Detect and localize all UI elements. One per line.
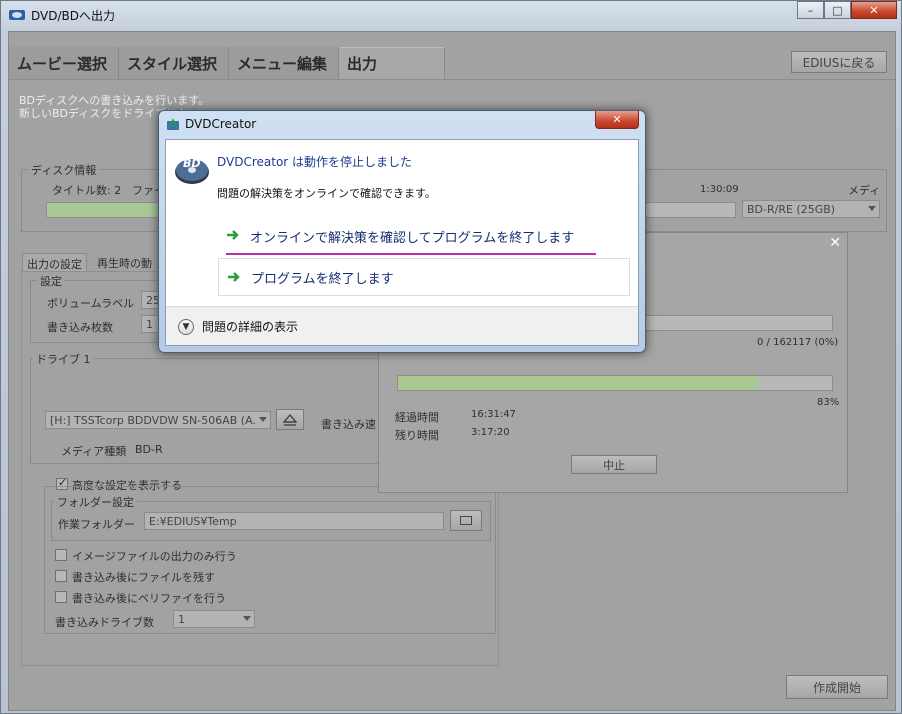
folder-group-label: フォルダー設定 <box>54 494 137 510</box>
write-speed-label: 書き込み速 <box>321 418 376 431</box>
total-progress-fill <box>398 376 759 390</box>
image-only-checkbox[interactable] <box>55 549 67 561</box>
folder-group: フォルダー設定 作業フォルダー E:¥EDIUS¥Temp <box>51 494 491 541</box>
green-arrow-icon <box>228 272 240 282</box>
close-program-option[interactable]: プログラムを終了します <box>218 258 630 296</box>
keep-files-checkbox[interactable] <box>55 570 67 582</box>
copies-label: 書き込み枚数 <box>47 321 113 334</box>
media-type-value: BD-R <box>135 443 163 456</box>
tab-output-settings[interactable]: 出力の設定 <box>22 253 87 271</box>
eject-button[interactable] <box>276 409 304 430</box>
title-bar: DVD/BDへ出力 – □ ✕ <box>1 1 901 29</box>
settings-label: 設定 <box>37 273 65 289</box>
drive-select[interactable]: [H:] TSSTcorp BDDVDW SN-506AB (A... <box>45 411 271 429</box>
dialog-footer: ▼ 問題の詳細の表示 <box>166 306 638 345</box>
dialog-heading: DVDCreator は動作を停止しました <box>217 155 413 169</box>
progress-close-icon[interactable]: ✕ <box>829 235 841 251</box>
dialog-subtext: 問題の解決策をオンラインで確認できます。 <box>217 187 436 200</box>
elapsed-value: 16:31:47 <box>471 409 516 420</box>
duration-label: 1:30:09 <box>700 184 739 195</box>
media-select[interactable]: BD-R/RE (25GB) <box>742 200 880 218</box>
drive-select-value: [H:] TSSTcorp BDDVDW SN-506AB (A... <box>50 413 256 427</box>
show-details-toggle[interactable]: ▼ 問題の詳細の表示 <box>178 318 298 335</box>
chevron-down-icon <box>259 417 267 422</box>
disc-info-label: ディスク情報 <box>28 162 100 178</box>
show-details-label: 問題の詳細の表示 <box>202 320 299 334</box>
folder-icon <box>460 516 472 525</box>
error-dialog: DVDCreator ✕ BD DVDCreator は動作を停止しました 問題… <box>158 110 646 353</box>
close-program-label: プログラムを終了します <box>251 271 394 287</box>
file-progress-counter: 0 / 162117 (0%) <box>757 337 839 348</box>
tab-output[interactable]: 出力 <box>339 47 445 79</box>
total-progress-bar <box>397 375 833 391</box>
copies-value: 1 <box>146 317 153 331</box>
back-to-edius-button[interactable]: EDIUSに戻る <box>791 51 887 73</box>
chevron-down-icon <box>243 616 251 621</box>
option-underline <box>226 253 596 255</box>
dialog-app-icon <box>167 118 179 130</box>
minimize-button[interactable]: – <box>797 1 824 19</box>
title-count: タイトル数: 2 <box>52 184 122 197</box>
app-icon <box>9 10 25 20</box>
chevron-down-icon <box>868 206 876 211</box>
drive-count-select[interactable]: 1 <box>173 610 255 628</box>
dialog-close-button[interactable]: ✕ <box>595 111 639 129</box>
bd-disc-icon: BD <box>175 157 209 184</box>
tab-divider <box>9 79 895 80</box>
keep-files-label: 書き込み後にファイルを残す <box>72 571 215 584</box>
green-arrow-icon <box>227 230 239 240</box>
drive-label: ドライブ 1 <box>33 351 94 367</box>
window-controls: – □ ✕ <box>797 1 897 19</box>
cancel-button[interactable]: 中止 <box>571 455 657 474</box>
remaining-value: 3:17:20 <box>471 427 510 438</box>
verify-checkbox[interactable] <box>55 591 67 603</box>
eject-icon <box>283 413 297 426</box>
tab-playback[interactable]: 再生時の動 <box>93 253 156 271</box>
work-folder-label: 作業フォルダー <box>58 518 135 531</box>
tab-style-select[interactable]: スタイル選択 <box>119 47 229 79</box>
work-folder-input[interactable]: E:¥EDIUS¥Temp <box>144 512 444 530</box>
media-type-label: メディア種類 <box>61 445 127 458</box>
advanced-group: フォルダー設定 作業フォルダー E:¥EDIUS¥Temp イメージファイルの出… <box>44 486 496 634</box>
work-folder-value: E:¥EDIUS¥Temp <box>149 514 237 528</box>
disc-capacity-fill <box>47 203 158 217</box>
drive-count-value: 1 <box>178 612 185 626</box>
create-start-button[interactable]: 作成開始 <box>786 675 888 699</box>
drive-count-label: 書き込みドライブ数 <box>55 616 154 629</box>
maximize-button[interactable]: □ <box>824 1 851 19</box>
volume-label: ボリュームラベル <box>47 297 135 310</box>
dialog-body: BD DVDCreator は動作を停止しました 問題の解決策をオンラインで確認… <box>165 139 639 346</box>
browse-folder-button[interactable] <box>450 510 482 531</box>
media-select-value: BD-R/RE (25GB) <box>747 202 836 216</box>
dialog-main: BD DVDCreator は動作を停止しました 問題の解決策をオンラインで確認… <box>166 140 638 306</box>
chevron-down-icon: ▼ <box>178 318 194 335</box>
window-title: DVD/BDへ出力 <box>31 8 115 23</box>
remaining-label: 残り時間 <box>395 429 439 442</box>
main-tabs: ムービー選択 スタイル選択 メニュー編集 出力 <box>9 47 445 79</box>
dialog-title: DVDCreator <box>185 117 257 131</box>
close-button[interactable]: ✕ <box>851 1 897 19</box>
verify-label: 書き込み後にベリファイを行う <box>72 592 226 605</box>
description-line-1: BDディスクへの書き込みを行います。 <box>19 94 210 107</box>
elapsed-label: 経過時間 <box>395 411 439 424</box>
total-progress-percent: 83% <box>817 397 840 408</box>
check-online-option[interactable]: オンラインで解決策を確認してプログラムを終了します <box>218 217 630 255</box>
check-online-label: オンラインで解決策を確認してプログラムを終了します <box>250 230 575 246</box>
svg-text:BD: BD <box>183 157 201 170</box>
image-only-label: イメージファイルの出力のみ行う <box>72 550 237 563</box>
tab-menu-edit[interactable]: メニュー編集 <box>229 47 339 79</box>
tab-movie-select[interactable]: ムービー選択 <box>9 47 119 79</box>
main-window: DVD/BDへ出力 – □ ✕ ムービー選択 スタイル選択 メニュー編集 出力 … <box>0 0 902 714</box>
